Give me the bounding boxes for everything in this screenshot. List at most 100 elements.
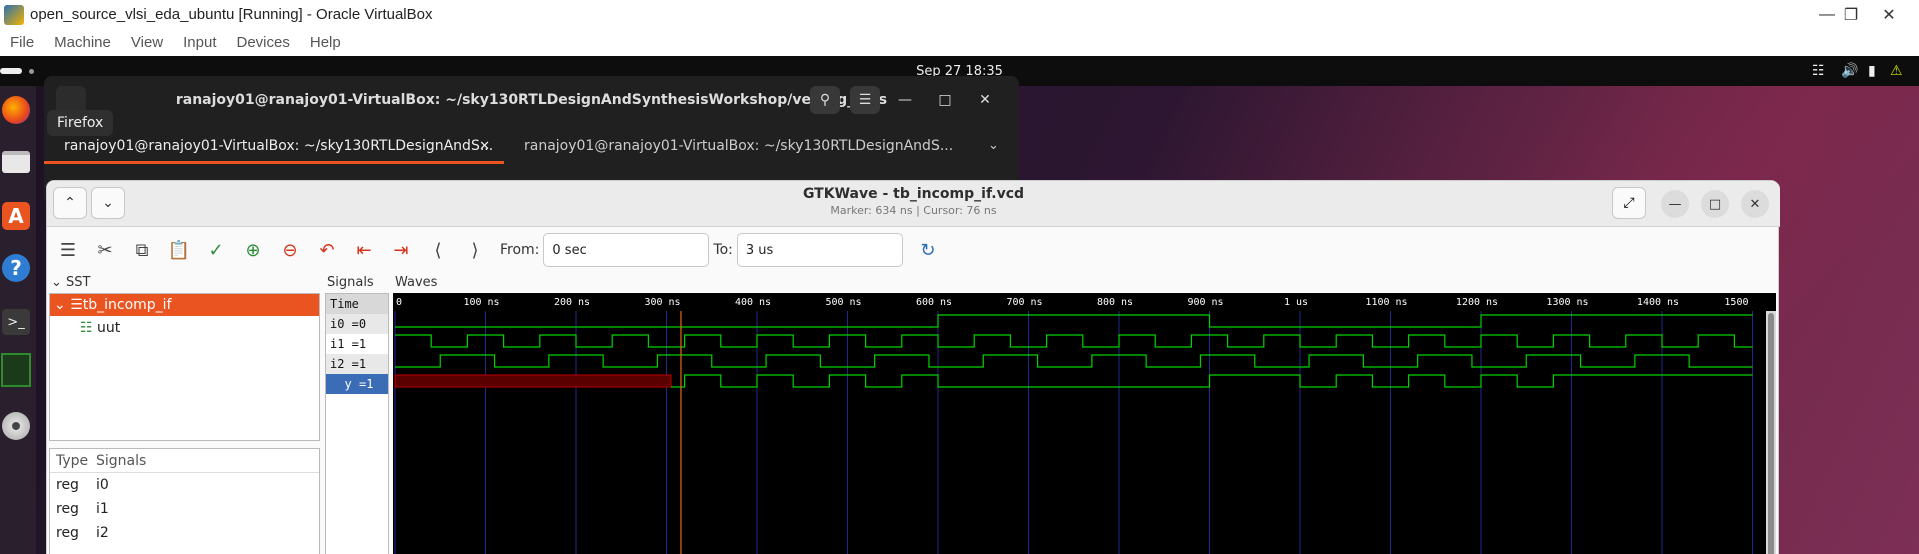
time-tick-label: 1100 ns xyxy=(1365,297,1407,308)
guest-desktop: Sep 27 18:35 ☷ 🔊 ▮ ⚠ A ? >_ ranajoy01@ra… xyxy=(0,56,1919,554)
menu-input[interactable]: Input xyxy=(173,34,226,51)
app-center-icon[interactable]: A xyxy=(0,196,32,236)
maximize-icon[interactable]: □ xyxy=(1701,190,1729,218)
previous-edge-icon[interactable]: ⟨ xyxy=(423,235,453,265)
gtkwave-title: GTKWave - tb_incomp_if.vcd xyxy=(802,186,1025,202)
search-icon[interactable]: ⚲ xyxy=(810,86,840,114)
firefox-icon[interactable] xyxy=(0,90,32,130)
sst-header: ⌄ SST xyxy=(51,275,90,290)
time-tick-label: 100 ns xyxy=(463,297,499,308)
sst-label: SST xyxy=(66,275,91,290)
time-tick-label: 300 ns xyxy=(644,297,680,308)
activities-indicator[interactable] xyxy=(0,68,22,74)
expander-icon[interactable]: ⌄ xyxy=(54,297,70,313)
notification-icon[interactable]: ⚠ xyxy=(1890,63,1903,79)
scrollbar-thumb xyxy=(1768,313,1774,554)
gtkwave-window: ⌃ ⌄ GTKWave - tb_incomp_if.vcd Marker: 6… xyxy=(46,180,1780,554)
hamburger-menu-icon[interactable]: ☰ xyxy=(53,235,83,265)
fullscreen-icon[interactable]: ⤢ xyxy=(1612,187,1646,219)
signal-row-time[interactable]: Time xyxy=(326,294,388,314)
hierarchy-icon: ☷ xyxy=(80,320,93,336)
tree-item-uut[interactable]: ☷ uut xyxy=(80,320,120,336)
vbox-window-title: open_source_vlsi_eda_ubuntu [Running] - … xyxy=(30,6,433,23)
signal-type: reg xyxy=(56,501,79,517)
select-all-icon[interactable]: ✓ xyxy=(201,235,231,265)
close-icon[interactable]: ✕ xyxy=(970,86,1000,114)
terminal-tab-1[interactable]: ranajoy01@ranajoy01-VirtualBox: ~/sky130… xyxy=(44,128,504,164)
reload-icon[interactable]: ↻ xyxy=(913,235,943,265)
signal-name: i2 xyxy=(96,525,109,541)
from-label: From: xyxy=(500,242,540,258)
undo-zoom-icon[interactable]: ↶ xyxy=(312,235,342,265)
paste-icon[interactable]: 📋 xyxy=(164,235,194,265)
vbox-menubar: File Machine View Input Devices Help xyxy=(0,29,1919,56)
gtkwave-icon[interactable] xyxy=(0,350,32,390)
wave-y-unknown xyxy=(394,374,672,388)
menu-file[interactable]: File xyxy=(0,34,44,51)
zoom-in-icon[interactable]: ⊕ xyxy=(238,235,268,265)
next-edge-icon[interactable]: ⟩ xyxy=(460,235,490,265)
signal-name: i1 xyxy=(96,501,109,517)
signal-row-i2[interactable]: i2 =1 xyxy=(326,354,388,374)
help-icon[interactable]: ? xyxy=(0,248,32,288)
hamburger-menu-icon[interactable]: ☰ xyxy=(850,86,880,114)
close-icon[interactable]: ✕ xyxy=(1741,190,1769,218)
column-signals[interactable]: Signals xyxy=(96,453,146,469)
list-item[interactable]: reg i1 xyxy=(50,497,319,521)
time-tick-label: 800 ns xyxy=(1097,297,1133,308)
waves-background xyxy=(393,293,1776,554)
zoom-out-icon[interactable]: ⊖ xyxy=(275,235,305,265)
time-tick-label: 900 ns xyxy=(1187,297,1223,308)
disc-icon[interactable] xyxy=(0,406,32,446)
menu-machine[interactable]: Machine xyxy=(44,34,121,51)
zoom-to-start-icon[interactable]: ⇤ xyxy=(349,235,379,265)
hierarchy-icon: ☰ xyxy=(70,297,83,313)
signal-row-i1[interactable]: i1 =1 xyxy=(326,334,388,354)
close-tab-icon[interactable]: ✕ xyxy=(479,139,490,154)
gtkwave-toolbar: ☰ ✂ ⧉ 📋 ✓ ⊕ ⊖ ↶ ⇤ ⇥ ⟨ ⟩ From: 0 sec To: … xyxy=(47,227,1780,273)
list-item[interactable]: reg i2 xyxy=(50,521,319,545)
time-tick-label: 700 ns xyxy=(1006,297,1042,308)
battery-icon[interactable]: ▮ xyxy=(1868,63,1876,79)
marker-cursor-status: Marker: 634 ns | Cursor: 76 ns xyxy=(830,204,997,217)
sst-expander-icon[interactable]: ⌄ xyxy=(51,275,66,290)
signal-name: i0 xyxy=(96,477,109,493)
time-tick-label: 400 ns xyxy=(735,297,771,308)
list-item[interactable]: reg i0 xyxy=(50,473,319,497)
tree-item-tb-incomp-if[interactable]: ⌄ ☰ tb_incomp_if xyxy=(50,294,319,316)
zoom-to-end-icon[interactable]: ⇥ xyxy=(386,235,416,265)
terminal-icon[interactable]: >_ xyxy=(0,302,32,342)
copy-icon[interactable]: ⧉ xyxy=(127,235,157,265)
terminal-tab-2[interactable]: ranajoy01@ranajoy01-VirtualBox: ~/sky130… xyxy=(504,128,964,164)
tab-overflow-icon[interactable]: ⌄ xyxy=(988,138,999,153)
menu-view[interactable]: View xyxy=(121,34,173,51)
maximize-icon[interactable]: □ xyxy=(930,86,960,114)
files-icon[interactable] xyxy=(0,142,32,182)
dock: A ? >_ xyxy=(0,86,36,554)
network-icon[interactable]: ☷ xyxy=(1812,63,1825,79)
close-icon[interactable]: ✕ xyxy=(1866,0,1912,29)
time-tick-label: 500 ns xyxy=(825,297,861,308)
to-label: To: xyxy=(713,242,733,258)
from-time-input[interactable]: 0 sec xyxy=(543,233,710,267)
signals-label: Signals xyxy=(327,275,374,290)
volume-icon[interactable]: 🔊 xyxy=(1841,63,1858,79)
minimize-icon[interactable]: — xyxy=(1661,190,1689,218)
menu-help[interactable]: Help xyxy=(300,34,351,51)
signals-list: Time i0 =0 i1 =1 i2 =1 y =1 xyxy=(325,293,389,554)
waveform-canvas[interactable]: 0 100 ns 200 ns 300 ns 400 ns 500 ns 600 ns 700… xyxy=(393,293,1776,554)
cut-icon[interactable]: ✂ xyxy=(90,235,120,265)
signals-pane: Signals Time i0 =0 i1 =1 i2 =1 y =1 xyxy=(325,275,389,554)
time-tick-label: 0 xyxy=(396,297,402,308)
column-type[interactable]: Type xyxy=(50,453,96,469)
tree-item-label: tb_incomp_if xyxy=(82,297,172,313)
terminal-tabs: ranajoy01@ranajoy01-VirtualBox: ~/sky130… xyxy=(44,128,1019,164)
gtkwave-headerbar: ⌃ ⌄ GTKWave - tb_incomp_if.vcd Marker: 6… xyxy=(47,181,1780,227)
dock-tooltip: Firefox xyxy=(47,110,114,136)
menu-devices[interactable]: Devices xyxy=(227,34,300,51)
minimize-icon[interactable]: — xyxy=(890,86,920,114)
signal-row-y[interactable]: y =1 xyxy=(326,374,388,394)
signal-row-i0[interactable]: i0 =0 xyxy=(326,314,388,334)
to-time-input[interactable]: 3 us xyxy=(736,233,903,267)
tab-label: ranajoy01@ranajoy01-VirtualBox: ~/sky130… xyxy=(524,138,954,154)
